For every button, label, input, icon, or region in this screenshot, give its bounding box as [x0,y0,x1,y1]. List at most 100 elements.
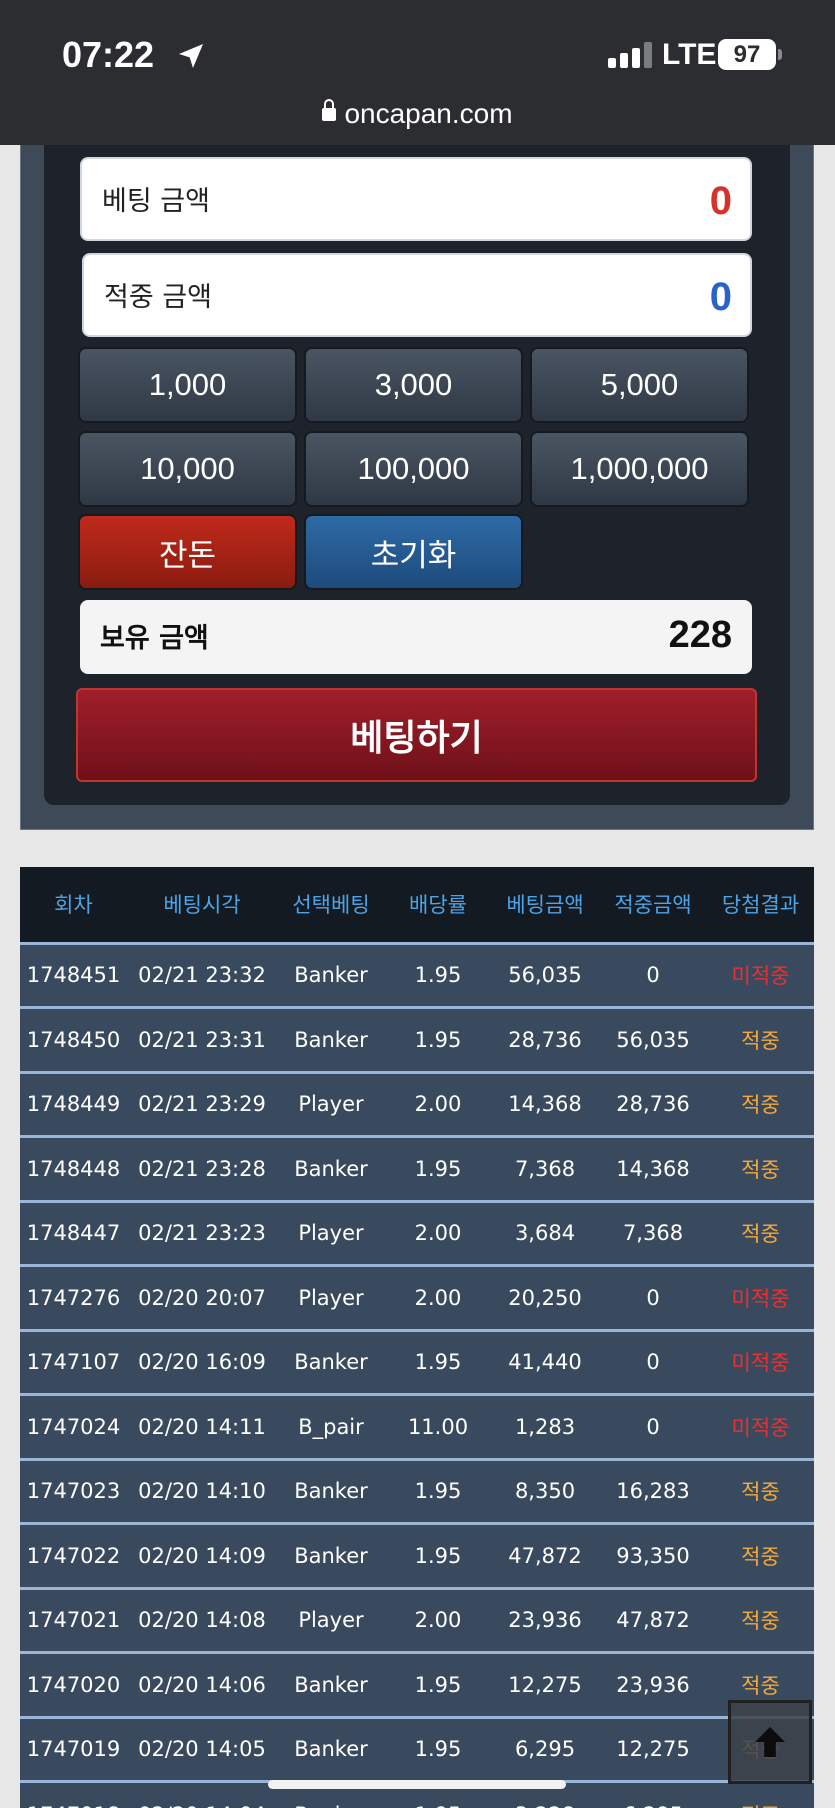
arrow-up-icon [755,1727,785,1757]
chip-100000-button[interactable]: 100,000 [304,431,523,507]
cell-bet-amount: 47,872 [491,1522,599,1588]
cell-result: 적중 [707,1780,814,1808]
cell-bet-amount: 56,035 [491,941,599,1008]
table-row: 1748447 02/21 23:23 Player 2.00 3,684 7,368 적중 [20,1199,814,1266]
cell-round: 1748447 [20,1199,127,1266]
cell-selection: Banker [277,1135,385,1201]
column-header-result: 당첨결과 [707,867,814,943]
cell-selection: Banker [277,1006,385,1072]
cell-win-amount: 12,275 [599,1715,707,1782]
cell-odds: 1.95 [385,941,491,1008]
cell-bet-time: 02/20 14:06 [127,1651,277,1717]
cell-win-amount: 6,295 [599,1780,707,1808]
table-row: 1748448 02/21 23:28 Banker 1.95 7,368 14,368 적… [20,1135,814,1201]
chip-3000-button[interactable]: 3,000 [304,347,523,423]
cell-selection: Player [277,1264,385,1330]
cell-bet-amount: 41,440 [491,1328,599,1395]
cell-result: 미적중 [707,1328,814,1395]
bet-amount-label: 베팅 금액 [102,186,210,217]
table-row: 1748451 02/21 23:32 Banker 1.95 56,035 0 미적중 [20,941,814,1008]
location-arrow-icon [179,44,203,68]
cell-round: 1747107 [20,1328,127,1395]
cell-odds: 1.95 [385,1006,491,1072]
cell-round: 1747276 [20,1264,127,1330]
chip-1000000-button[interactable]: 1,000,000 [530,431,749,507]
address-bar[interactable]: oncapan.com [0,98,835,130]
table-row: 1747024 02/20 14:11 B_pair 11.00 1,283 0 미적중 [20,1393,814,1459]
change-button[interactable]: 잔돈 [78,514,297,590]
cell-bet-time: 02/20 16:09 [127,1328,277,1395]
chip-1000-button[interactable]: 1,000 [78,347,297,423]
cell-selection: Player [277,1586,385,1653]
cell-bet-time: 02/20 20:07 [127,1264,277,1330]
table-row: 1748450 02/21 23:31 Banker 1.95 28,736 56,035… [20,1006,814,1072]
chip-10000-button[interactable]: 10,000 [78,431,297,507]
cell-selection: B_pair [277,1393,385,1459]
cell-win-amount: 0 [599,1328,707,1395]
cell-bet-time: 02/21 23:32 [127,941,277,1008]
bet-history-table: 회차 베팅시각 선택베팅 배당률 베팅금액 적중금액 당첨결과 1748451 0… [20,867,814,1808]
cell-bet-amount: 6,295 [491,1715,599,1782]
cell-round: 1748449 [20,1070,127,1137]
cell-selection: Player [277,1199,385,1266]
lock-icon [322,99,337,121]
cell-result: 미적중 [707,1264,814,1330]
cell-odds: 1.95 [385,1135,491,1201]
cell-round: 1747024 [20,1393,127,1459]
table-row: 1747022 02/20 14:09 Banker 1.95 47,872 93,350… [20,1522,814,1588]
holding-amount-field: 보유 금액 228 [80,600,752,674]
table-body: 1748451 02/21 23:32 Banker 1.95 56,035 0 미적중 17… [20,941,814,1808]
scroll-to-top-button[interactable] [728,1700,812,1784]
status-bar: 07:22 LTE 97 oncapan.com [0,0,835,145]
cell-result: 미적중 [707,1393,814,1459]
home-indicator [268,1780,566,1789]
cell-bet-amount: 28,736 [491,1006,599,1072]
table-row: 1747021 02/20 14:08 Player 2.00 23,936 47,872… [20,1586,814,1653]
cell-selection: Banker [277,1715,385,1782]
cell-result: 적중 [707,1522,814,1588]
table-row: 1747276 02/20 20:07 Player 2.00 20,250 0 미적중 [20,1264,814,1330]
reset-button[interactable]: 초기화 [304,514,523,590]
cell-odds: 11.00 [385,1393,491,1459]
chip-5000-button[interactable]: 5,000 [530,347,749,423]
cell-selection: Banker [277,1457,385,1524]
cell-bet-amount: 20,250 [491,1264,599,1330]
place-bet-button[interactable]: 베팅하기 [76,688,757,782]
table-row: 1747023 02/20 14:10 Banker 1.95 8,350 16,283 적… [20,1457,814,1524]
cell-bet-time: 02/20 14:08 [127,1586,277,1653]
bet-amount-field: 베팅 금액 0 [80,157,752,241]
column-header-bet-time: 베팅시각 [127,867,277,943]
cell-win-amount: 14,368 [599,1135,707,1201]
cell-bet-amount: 7,368 [491,1135,599,1201]
cell-result: 미적중 [707,941,814,1008]
cell-bet-time: 02/21 23:28 [127,1135,277,1201]
cell-win-amount: 47,872 [599,1586,707,1653]
cell-result: 적중 [707,1586,814,1653]
table-row: 174701902/20 14:05Banker1.956,29512,275적… [20,1715,814,1782]
cell-win-amount: 0 [599,941,707,1008]
cell-result: 적중 [707,1135,814,1201]
cell-round: 1747022 [20,1522,127,1588]
holding-amount-value: 228 [668,614,732,656]
cell-odds: 1.95 [385,1457,491,1524]
holding-amount-label: 보유 금액 [100,623,209,654]
cell-bet-amount: 1,283 [491,1393,599,1459]
win-amount-field: 적중 금액 0 [82,253,752,337]
status-time: 07:22 [62,34,155,75]
cell-result: 적중 [707,1006,814,1072]
cell-round: 1748451 [20,941,127,1008]
cell-odds: 2.00 [385,1264,491,1330]
cell-result: 적중 [707,1457,814,1524]
column-header-selection: 선택베팅 [277,867,385,943]
cell-bet-amount: 14,368 [491,1070,599,1137]
cell-bet-time: 02/20 14:11 [127,1393,277,1459]
table-header-row: 회차 베팅시각 선택베팅 배당률 베팅금액 적중금액 당첨결과 [20,867,814,943]
table-row: 1747107 02/20 16:09 Banker 1.95 41,440 0 미적중 [20,1328,814,1395]
table-row: 1747020 02/20 14:06 Banker 1.95 12,275 23,936… [20,1651,814,1717]
cell-result: 적중 [707,1199,814,1266]
cell-round: 1747020 [20,1651,127,1717]
cell-round: 1747019 [20,1715,127,1782]
cell-round: 1747023 [20,1457,127,1524]
cell-win-amount: 0 [599,1393,707,1459]
cell-win-amount: 7,368 [599,1199,707,1266]
